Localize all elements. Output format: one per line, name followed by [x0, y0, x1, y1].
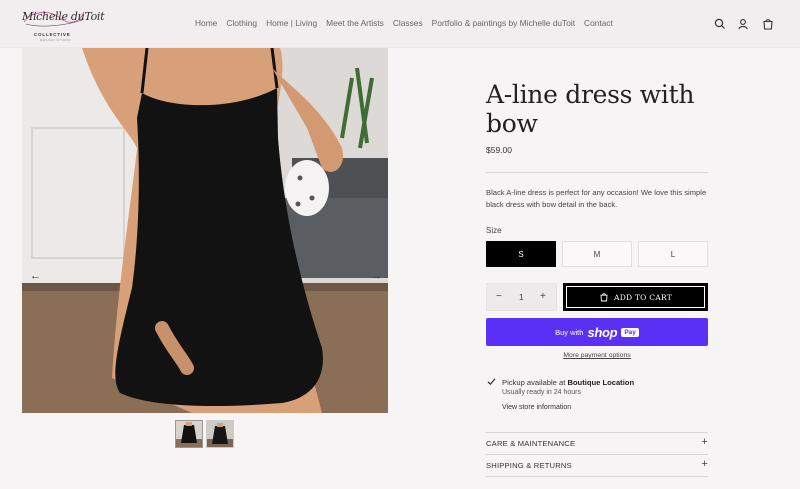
view-store-information-link[interactable]: View store information	[502, 404, 571, 411]
nav-home[interactable]: Home	[195, 18, 217, 28]
product-price: $59.00	[486, 145, 512, 155]
nav-portfolio[interactable]: Portfolio & paintings by Michelle duToit	[432, 18, 575, 28]
thumbnail-2[interactable]	[206, 420, 234, 448]
nav-home-living[interactable]: Home | Living	[266, 18, 317, 28]
size-option-l[interactable]: L	[638, 241, 708, 267]
quantity-stepper: − 1 +	[486, 283, 557, 311]
shop-logo: shop	[587, 324, 618, 340]
site-header: Michelle duToit COLLECTIVE DESIGN STUDIO…	[0, 0, 800, 48]
cart-icon[interactable]	[761, 17, 775, 31]
shop-pay-prefix: Buy with	[555, 327, 584, 337]
nav-meet-the-artists[interactable]: Meet the Artists	[326, 18, 384, 28]
buy-with-shop-pay-button[interactable]: Buy with shop Pay	[486, 318, 708, 346]
gallery-next-arrow-icon[interactable]: →	[371, 270, 382, 282]
accordion-care-maintenance[interactable]: CARE & MAINTENANCE +	[486, 433, 708, 455]
quantity-increase-button[interactable]: +	[540, 291, 546, 302]
add-to-cart-button[interactable]: ADD TO CART	[563, 283, 708, 311]
checkmark-icon	[487, 378, 496, 386]
shopping-bag-icon	[600, 293, 608, 302]
quantity-value[interactable]: 1	[519, 292, 524, 302]
divider	[486, 172, 708, 173]
size-option-m[interactable]: M	[562, 241, 632, 267]
more-payment-options-link[interactable]: More payment options	[486, 352, 708, 359]
thumbnail-image-1	[176, 421, 202, 447]
nav-contact[interactable]: Contact	[584, 18, 613, 28]
logo-collective: COLLECTIVE	[34, 32, 71, 37]
brand-logo[interactable]: Michelle duToit COLLECTIVE DESIGN STUDIO	[20, 8, 105, 42]
product-title: A-line dress with bow	[486, 80, 695, 138]
add-to-cart-label: ADD TO CART	[614, 292, 672, 302]
product-description: Black A-line dress is perfect for any oc…	[486, 188, 707, 209]
size-label: Size	[486, 226, 502, 235]
accordion-label: CARE & MAINTENANCE	[486, 439, 576, 448]
accordion-shipping-returns[interactable]: SHIPPING & RETURNS +	[486, 455, 708, 477]
pay-badge: Pay	[621, 327, 639, 337]
nav-clothing[interactable]: Clothing	[226, 18, 257, 28]
thumbnail-1[interactable]	[175, 420, 203, 448]
logo-tagline: DESIGN STUDIO	[40, 38, 72, 42]
quantity-decrease-button[interactable]: −	[496, 291, 502, 302]
size-option-s[interactable]: S	[486, 241, 556, 267]
dress-photo	[22, 48, 388, 413]
main-nav: Home Clothing Home | Living Meet the Art…	[195, 18, 622, 28]
accordion-label: SHIPPING & RETURNS	[486, 461, 572, 470]
account-icon[interactable]	[736, 17, 750, 31]
nav-classes[interactable]: Classes	[393, 18, 423, 28]
divider	[486, 476, 708, 477]
gallery-prev-arrow-icon[interactable]: ←	[30, 270, 41, 282]
product-main-image[interactable]: ← →	[22, 48, 388, 413]
thumbnail-image-2	[207, 421, 233, 447]
search-icon[interactable]	[713, 17, 727, 31]
pickup-location: Boutique Location	[567, 378, 635, 387]
plus-icon: +	[701, 458, 708, 470]
pickup-availability: Pickup available at Boutique Location	[502, 378, 634, 387]
logo-script: Michelle duToit	[22, 10, 105, 23]
pickup-prefix: Pickup available at	[502, 378, 568, 387]
plus-icon: +	[701, 436, 708, 448]
pickup-ready-time: Usually ready in 24 hours	[502, 389, 581, 396]
